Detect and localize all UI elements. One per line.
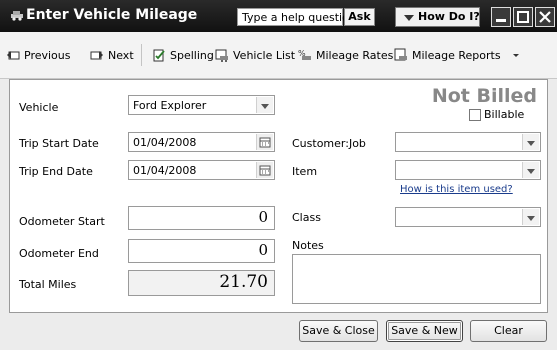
total-miles-field: 21.70: [128, 270, 275, 296]
next-icon: [90, 51, 103, 60]
mileage-reports-label: Mileage Reports: [412, 48, 501, 62]
maximize-icon: [517, 11, 529, 23]
billable-label: Billable: [484, 108, 525, 121]
next-button[interactable]: Next: [90, 46, 134, 64]
spelling-label: Spelling: [170, 48, 214, 62]
class-select[interactable]: [395, 207, 541, 227]
trip-end-date-field[interactable]: 01/04/2008: [128, 160, 275, 180]
vehicle-list-button[interactable]: Vehicle List: [215, 46, 295, 64]
dropdown-arrow-icon: [404, 15, 414, 21]
chevron-down-icon[interactable]: [256, 97, 273, 113]
title-bar: Enter Vehicle Mileage Type a help questi…: [0, 0, 557, 32]
how-do-i-label: How Do I?: [418, 10, 480, 23]
ask-button[interactable]: Ask: [344, 8, 375, 26]
mileage-rates-icon: %: [298, 49, 311, 60]
item-help-link[interactable]: How is this item used?: [400, 184, 513, 195]
close-button[interactable]: [535, 7, 555, 27]
chevron-down-icon[interactable]: [522, 162, 539, 178]
previous-label: Previous: [24, 48, 71, 62]
spelling-button[interactable]: Spelling: [152, 46, 214, 64]
vehicle-select[interactable]: Ford Explorer: [128, 95, 275, 115]
mileage-rates-label: Mileage Rates: [316, 48, 394, 62]
toolbar: Previous Next Spelling Vehicle List % Mi…: [0, 32, 557, 79]
next-label: Next: [108, 48, 134, 62]
maximize-button[interactable]: [513, 7, 533, 27]
calendar-icon[interactable]: [256, 162, 273, 178]
chevron-down-icon[interactable]: [522, 209, 539, 225]
save-new-button[interactable]: Save & New: [386, 320, 463, 342]
billable-checkbox[interactable]: [469, 109, 481, 121]
notes-label: Notes: [292, 239, 324, 252]
clear-button[interactable]: Clear: [470, 320, 547, 342]
toolbar-separator: [141, 44, 142, 66]
notes-textarea[interactable]: [292, 254, 541, 304]
odometer-start-field[interactable]: 0: [128, 206, 275, 230]
help-search-placeholder: Type a help question: [242, 11, 356, 24]
odometer-end-label: Odometer End: [19, 247, 99, 260]
class-label: Class: [292, 211, 321, 224]
chevron-down-icon[interactable]: [522, 134, 539, 150]
item-select[interactable]: [395, 160, 541, 180]
minimize-icon: [496, 19, 506, 22]
odometer-start-label: Odometer Start: [19, 215, 105, 228]
help-search-input[interactable]: Type a help question: [237, 8, 356, 26]
mileage-form-panel: Not Billed Billable Vehicle Ford Explore…: [9, 79, 548, 313]
billing-status: Not Billed: [431, 85, 537, 107]
mileage-reports-icon: [394, 48, 407, 61]
customer-job-select[interactable]: [395, 132, 541, 152]
spelling-icon: [153, 49, 165, 62]
vehicle-value: Ford Explorer: [133, 99, 207, 112]
customer-job-label: Customer:Job: [292, 137, 366, 150]
total-miles-label: Total Miles: [19, 278, 77, 291]
item-label: Item: [292, 165, 318, 178]
close-icon: [539, 11, 551, 23]
odometer-end-field[interactable]: 0: [128, 239, 275, 263]
chevron-down-icon: [512, 54, 519, 57]
previous-button[interactable]: Previous: [6, 46, 71, 64]
trip-start-date-label: Trip Start Date: [19, 137, 99, 150]
previous-icon: [7, 51, 20, 60]
total-miles-value: 21.70: [219, 272, 268, 292]
mileage-rates-button[interactable]: % Mileage Rates: [298, 46, 393, 64]
minimize-button[interactable]: [491, 7, 511, 27]
trip-end-date-label: Trip End Date: [19, 165, 93, 178]
how-do-i-button[interactable]: How Do I?: [395, 7, 480, 27]
vehicle-list-label: Vehicle List: [233, 48, 296, 62]
trip-start-date-value: 01/04/2008: [133, 136, 197, 149]
odometer-start-value: 0: [258, 208, 268, 226]
mileage-reports-button[interactable]: Mileage Reports: [394, 46, 521, 64]
enter-vehicle-mileage-window: Enter Vehicle Mileage Type a help questi…: [0, 0, 557, 350]
vehicle-list-icon: [215, 49, 228, 62]
vehicle-icon: [11, 11, 23, 21]
save-close-button[interactable]: Save & Close: [299, 320, 378, 342]
calendar-icon[interactable]: [256, 134, 273, 150]
trip-start-date-field[interactable]: 01/04/2008: [128, 132, 275, 152]
trip-end-date-value: 01/04/2008: [133, 164, 197, 177]
odometer-end-value: 0: [258, 241, 268, 259]
window-title: Enter Vehicle Mileage: [26, 7, 198, 23]
vehicle-label: Vehicle: [19, 101, 59, 114]
